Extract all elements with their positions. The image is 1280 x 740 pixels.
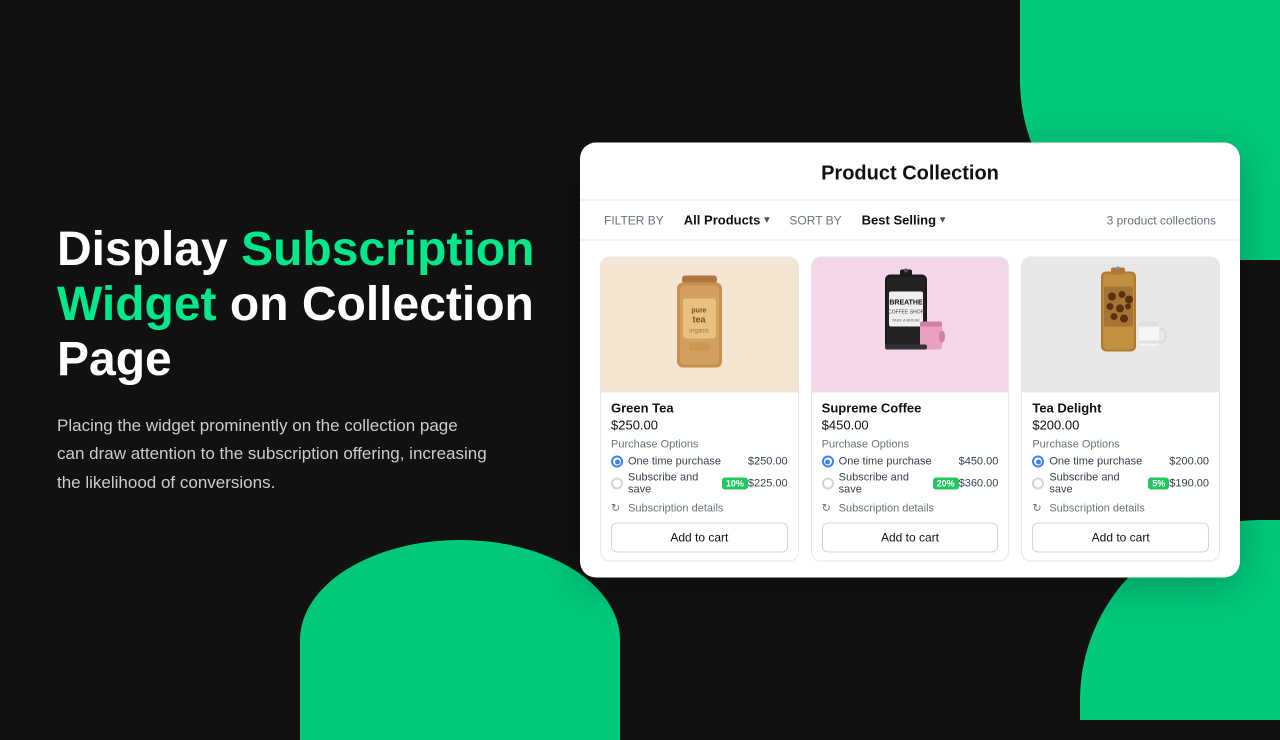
green-tea-svg: pure tea organic — [667, 270, 732, 380]
product-price-tea-delight: $200.00 — [1032, 418, 1209, 433]
card-header: Product Collection — [580, 143, 1240, 201]
radio-subscribe-supreme-coffee[interactable] — [822, 478, 834, 490]
subscription-icon-supreme-coffee: ↻ — [822, 502, 835, 515]
product-name-tea-delight: Tea Delight — [1032, 401, 1209, 416]
product-price-supreme-coffee: $450.00 — [822, 418, 999, 433]
badge-5-tea-delight: 5% — [1148, 478, 1169, 490]
product-price-green-tea: $250.00 — [611, 418, 788, 433]
product-name-supreme-coffee: Supreme Coffee — [822, 401, 999, 416]
radio-one-time-tea-delight[interactable] — [1032, 456, 1044, 468]
bg-decoration-bottom-center — [300, 540, 620, 740]
add-to-cart-tea-delight[interactable]: Add to cart — [1032, 523, 1209, 553]
card-title: Product Collection — [821, 163, 999, 185]
radio-one-time-supreme-coffee[interactable] — [822, 456, 834, 468]
svg-text:COFFEE SHOP: COFFEE SHOP — [888, 309, 925, 315]
svg-text:pure: pure — [691, 307, 706, 314]
option-one-time-tea-delight[interactable]: One time purchase $200.00 — [1032, 456, 1209, 468]
supreme-coffee-svg: BREATHE COFFEE SHOP TAKE A BREAK — [865, 266, 955, 384]
product-name-green-tea: Green Tea — [611, 401, 788, 416]
sort-dropdown[interactable]: Best Selling ▾ — [862, 213, 945, 228]
product-info-supreme-coffee: Supreme Coffee $450.00 Purchase Options … — [812, 393, 1009, 561]
hero-panel: Display Subscription Widget on Collectio… — [57, 222, 557, 498]
radio-subscribe-tea-delight[interactable] — [1032, 478, 1044, 490]
subscription-details-tea-delight[interactable]: ↻ Subscription details — [1032, 502, 1209, 515]
filter-sort-group: FILTER BY All Products ▾ SORT BY Best Se… — [604, 213, 945, 228]
subscription-details-green-tea[interactable]: ↻ Subscription details — [611, 502, 788, 515]
svg-text:organic: organic — [689, 328, 709, 334]
product-info-green-tea: Green Tea $250.00 Purchase Options One t… — [601, 393, 798, 561]
svg-text:BREATHE: BREATHE — [889, 299, 923, 306]
filter-chevron-icon: ▾ — [764, 215, 769, 226]
purchase-options-label-green-tea: Purchase Options — [611, 439, 788, 451]
sort-chevron-icon: ▾ — [940, 215, 945, 226]
product-image-supreme-coffee: BREATHE COFFEE SHOP TAKE A BREAK — [812, 258, 1009, 393]
subscription-icon-tea-delight: ↻ — [1032, 502, 1045, 515]
product-card-supreme-coffee: BREATHE COFFEE SHOP TAKE A BREAK Supreme… — [811, 257, 1010, 562]
subscription-icon-green-tea: ↻ — [611, 502, 624, 515]
card-toolbar: FILTER BY All Products ▾ SORT BY Best Se… — [580, 201, 1240, 241]
product-card-tea-delight: Tea Delight $200.00 Purchase Options One… — [1021, 257, 1220, 562]
collections-count: 3 product collections — [1107, 213, 1216, 227]
product-collection-card: Product Collection FILTER BY All Product… — [580, 143, 1240, 578]
product-info-tea-delight: Tea Delight $200.00 Purchase Options One… — [1022, 393, 1219, 561]
sort-label: SORT BY — [789, 213, 841, 227]
option-one-time-green-tea[interactable]: One time purchase $250.00 — [611, 456, 788, 468]
purchase-options-label-supreme-coffee: Purchase Options — [822, 439, 999, 451]
filter-label: FILTER BY — [604, 213, 664, 227]
add-to-cart-supreme-coffee[interactable]: Add to cart — [822, 523, 999, 553]
option-subscribe-green-tea[interactable]: Subscribe and save 10% $225.00 — [611, 472, 788, 496]
badge-20-supreme-coffee: 20% — [933, 478, 959, 490]
option-subscribe-tea-delight[interactable]: Subscribe and save 5% $190.00 — [1032, 472, 1209, 496]
product-image-green-tea: pure tea organic — [601, 258, 798, 393]
product-card-green-tea: pure tea organic Green Tea $250.00 Purch… — [600, 257, 799, 562]
hero-description: Placing the widget prominently on the co… — [57, 411, 487, 498]
svg-text:tea: tea — [692, 314, 706, 324]
product-image-tea-delight — [1022, 258, 1219, 393]
tea-delight-svg — [1071, 266, 1171, 384]
subscription-details-supreme-coffee[interactable]: ↻ Subscription details — [822, 502, 999, 515]
svg-text:TAKE A BREAK: TAKE A BREAK — [892, 317, 920, 322]
purchase-options-label-tea-delight: Purchase Options — [1032, 439, 1209, 451]
hero-title: Display Subscription Widget on Collectio… — [57, 222, 557, 388]
filter-dropdown[interactable]: All Products ▾ — [684, 213, 770, 228]
radio-one-time-green-tea[interactable] — [611, 456, 623, 468]
radio-subscribe-green-tea[interactable] — [611, 478, 623, 490]
products-grid: pure tea organic Green Tea $250.00 Purch… — [580, 241, 1240, 578]
option-one-time-supreme-coffee[interactable]: One time purchase $450.00 — [822, 456, 999, 468]
badge-10-green-tea: 10% — [722, 478, 748, 490]
add-to-cart-green-tea[interactable]: Add to cart — [611, 523, 788, 553]
option-subscribe-supreme-coffee[interactable]: Subscribe and save 20% $360.00 — [822, 472, 999, 496]
